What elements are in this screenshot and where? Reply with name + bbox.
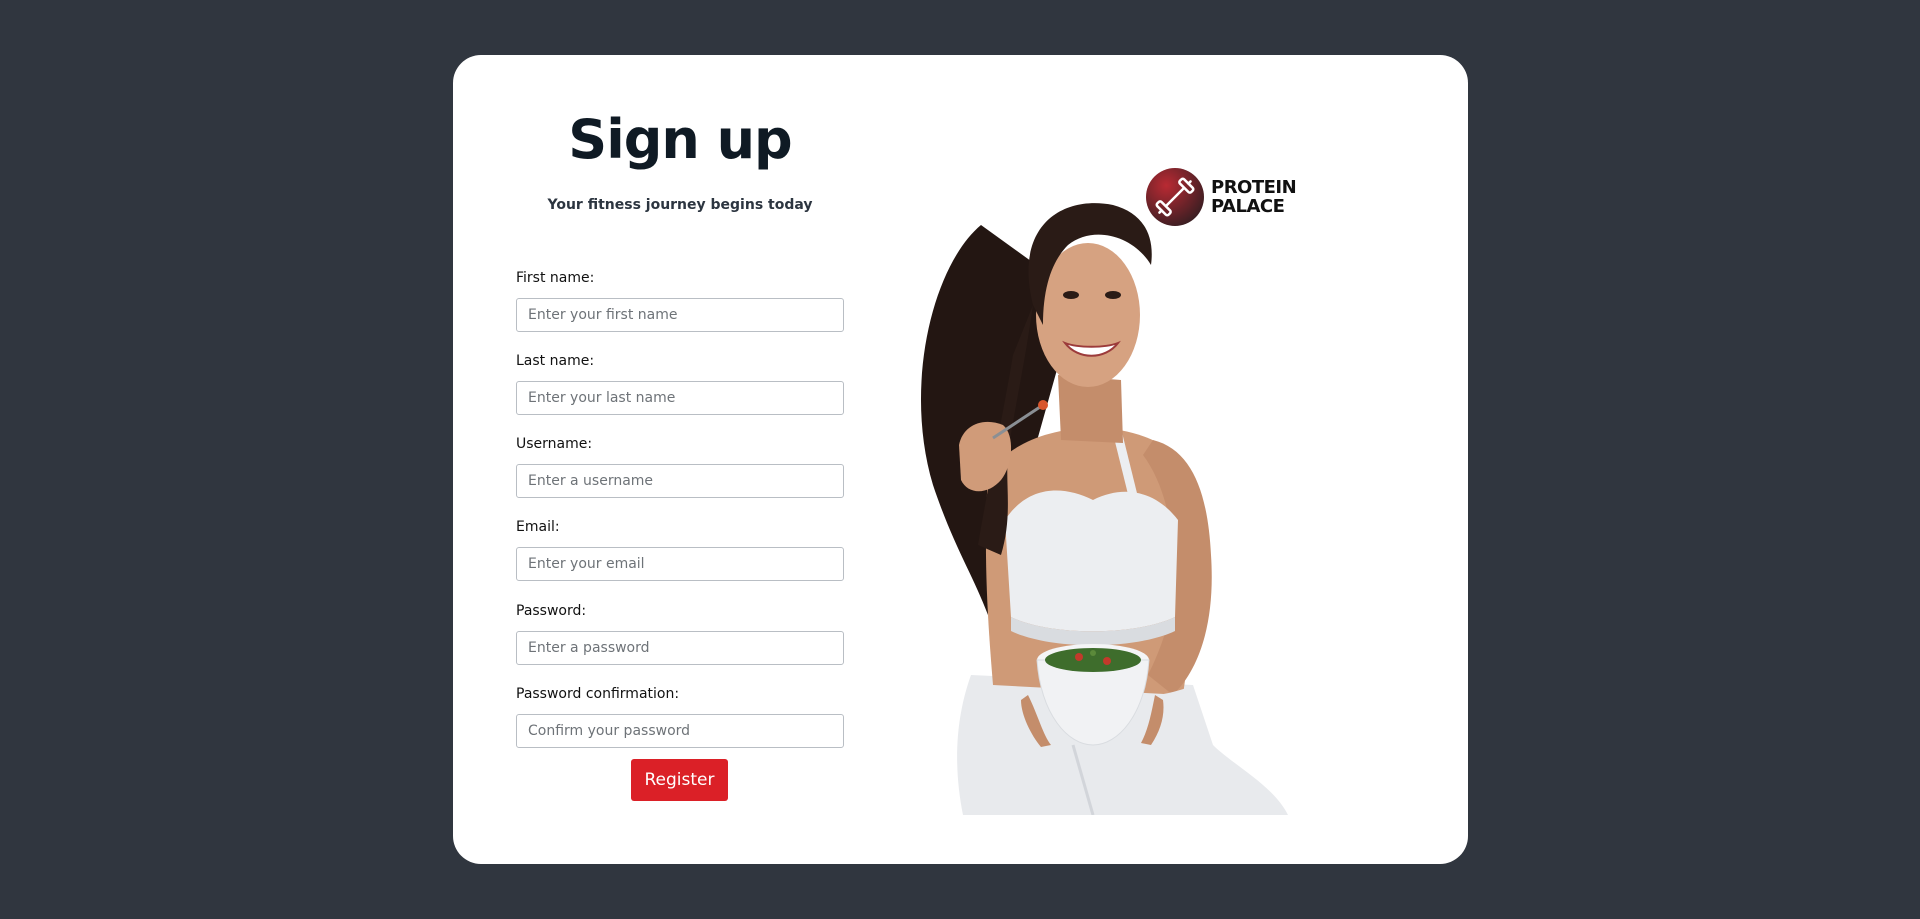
email-group: Email: — [516, 517, 844, 581]
last-name-input[interactable] — [516, 381, 844, 415]
brand-logo: PROTEIN PALACE — [1145, 167, 1297, 227]
last-name-group: Last name: — [516, 351, 844, 415]
username-group: Username: — [516, 434, 844, 498]
first-name-label: First name: — [516, 270, 595, 286]
page-title: Sign up — [568, 108, 792, 171]
password-input[interactable] — [516, 631, 844, 665]
page-subtitle: Your fitness journey begins today — [547, 197, 813, 213]
first-name-group: First name: — [516, 268, 844, 332]
register-button[interactable]: Register — [631, 759, 728, 801]
signup-card: Sign up Your fitness journey begins toda… — [453, 55, 1468, 864]
password-label: Password: — [516, 603, 587, 619]
last-name-label: Last name: — [516, 353, 595, 369]
email-label: Email: — [516, 519, 560, 535]
hero-image — [920, 203, 1288, 815]
brand-name: PROTEIN PALACE — [1211, 177, 1297, 217]
password-group: Password: — [516, 601, 844, 665]
password-confirmation-input[interactable] — [516, 714, 844, 748]
username-input[interactable] — [516, 464, 844, 498]
dumbbell-icon — [1146, 168, 1204, 226]
username-label: Username: — [516, 436, 593, 452]
first-name-input[interactable] — [516, 298, 844, 332]
email-input[interactable] — [516, 547, 844, 581]
brand-name-line2: PALACE — [1211, 196, 1285, 217]
password-confirmation-label: Password confirmation: — [516, 686, 680, 702]
password-confirmation-group: Password confirmation: — [516, 684, 844, 748]
brand-name-line1: PROTEIN — [1211, 177, 1297, 198]
